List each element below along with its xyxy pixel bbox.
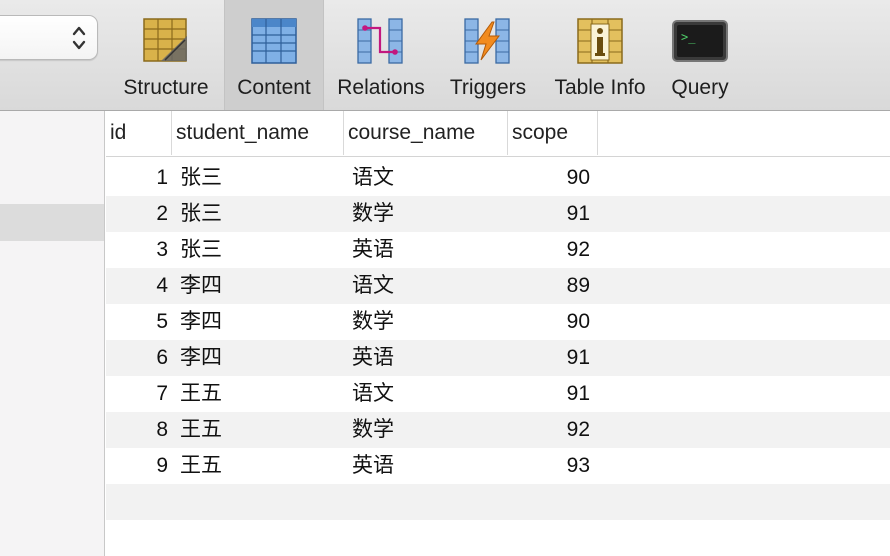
sidebar — [0, 111, 105, 556]
tab-query-label: Query — [671, 76, 729, 99]
cell-id[interactable]: 4 — [106, 268, 168, 304]
cell-scope[interactable]: 91 — [506, 340, 590, 376]
tab-relations-label: Relations — [337, 76, 425, 99]
stepper-chevrons-icon — [72, 26, 86, 50]
cell-student-name[interactable]: 王五 — [180, 448, 340, 484]
cell-scope[interactable]: 92 — [506, 232, 590, 268]
triggers-icon — [464, 18, 510, 64]
table-row[interactable]: 3 张三 英语 92 — [106, 232, 890, 268]
toolbar: Structure Content Relations Triggers Tab… — [0, 0, 890, 111]
query-prompt: >_ — [681, 30, 696, 44]
query-icon: >_ — [672, 20, 728, 62]
cell-course-name[interactable]: 数学 — [352, 196, 502, 232]
content-table: id student_name course_name scope 1 张三 语… — [106, 111, 890, 556]
table-row[interactable]: 8 王五 数学 92 — [106, 412, 890, 448]
table-row[interactable]: 7 王五 语文 91 — [106, 376, 890, 412]
tab-triggers-label: Triggers — [449, 76, 527, 99]
empty-row — [106, 484, 890, 520]
cell-course-name[interactable]: 英语 — [352, 340, 502, 376]
cell-scope[interactable]: 93 — [506, 448, 590, 484]
table-row[interactable]: 9 王五 英语 93 — [106, 448, 890, 484]
table-row[interactable]: 5 李四 数学 90 — [106, 304, 890, 340]
tab-query[interactable]: >_ Query — [662, 0, 738, 110]
database-select[interactable] — [0, 15, 98, 60]
empty-row — [106, 520, 890, 556]
cell-id[interactable]: 2 — [106, 196, 168, 232]
cell-course-name[interactable]: 语文 — [352, 160, 502, 196]
cell-course-name[interactable]: 语文 — [352, 268, 502, 304]
table-row[interactable]: 2 张三 数学 91 — [106, 196, 890, 232]
cell-course-name[interactable]: 英语 — [352, 448, 502, 484]
table-row[interactable]: 4 李四 语文 89 — [106, 268, 890, 304]
column-header-course-name[interactable]: course_name — [344, 111, 508, 155]
structure-icon — [143, 18, 187, 62]
tab-relations[interactable]: Relations — [330, 0, 432, 110]
table-header: id student_name course_name scope — [106, 111, 890, 157]
column-header-id[interactable]: id — [106, 111, 172, 155]
table-info-icon — [577, 18, 623, 64]
sidebar-selected-row[interactable] — [0, 204, 104, 241]
cell-id[interactable]: 8 — [106, 412, 168, 448]
tab-structure[interactable]: Structure — [112, 0, 220, 110]
cell-scope[interactable]: 90 — [506, 304, 590, 340]
cell-id[interactable]: 1 — [106, 160, 168, 196]
tab-content-label: Content — [237, 76, 311, 99]
cell-id[interactable]: 9 — [106, 448, 168, 484]
cell-id[interactable]: 6 — [106, 340, 168, 376]
tab-content[interactable]: Content — [224, 0, 324, 110]
cell-scope[interactable]: 92 — [506, 412, 590, 448]
cell-course-name[interactable]: 英语 — [352, 232, 502, 268]
cell-id[interactable]: 7 — [106, 376, 168, 412]
cell-student-name[interactable]: 李四 — [180, 268, 340, 304]
column-header-scope[interactable]: scope — [508, 111, 598, 155]
cell-student-name[interactable]: 张三 — [180, 232, 340, 268]
cell-scope[interactable]: 91 — [506, 376, 590, 412]
cell-student-name[interactable]: 李四 — [180, 340, 340, 376]
cell-student-name[interactable]: 王五 — [180, 412, 340, 448]
cell-scope[interactable]: 90 — [506, 160, 590, 196]
relations-icon — [357, 18, 403, 64]
cell-id[interactable]: 5 — [106, 304, 168, 340]
cell-student-name[interactable]: 张三 — [180, 196, 340, 232]
cell-student-name[interactable]: 李四 — [180, 304, 340, 340]
tab-table-info[interactable]: Table Info — [546, 0, 654, 110]
cell-course-name[interactable]: 数学 — [352, 304, 502, 340]
cell-student-name[interactable]: 王五 — [180, 376, 340, 412]
cell-scope[interactable]: 89 — [506, 268, 590, 304]
table-row[interactable]: 1 张三 语文 90 — [106, 160, 890, 196]
cell-student-name[interactable]: 张三 — [180, 160, 340, 196]
table-body: 1 张三 语文 90 2 张三 数学 91 3 张三 英语 92 4 李四 语文… — [106, 160, 890, 556]
cell-id[interactable]: 3 — [106, 232, 168, 268]
tab-triggers[interactable]: Triggers — [440, 0, 536, 110]
tab-table-info-label: Table Info — [554, 76, 646, 99]
table-row[interactable]: 6 李四 英语 91 — [106, 340, 890, 376]
content-icon — [251, 18, 297, 64]
tab-structure-label: Structure — [123, 76, 209, 99]
cell-course-name[interactable]: 语文 — [352, 376, 502, 412]
column-header-student-name[interactable]: student_name — [172, 111, 344, 155]
cell-scope[interactable]: 91 — [506, 196, 590, 232]
cell-course-name[interactable]: 数学 — [352, 412, 502, 448]
